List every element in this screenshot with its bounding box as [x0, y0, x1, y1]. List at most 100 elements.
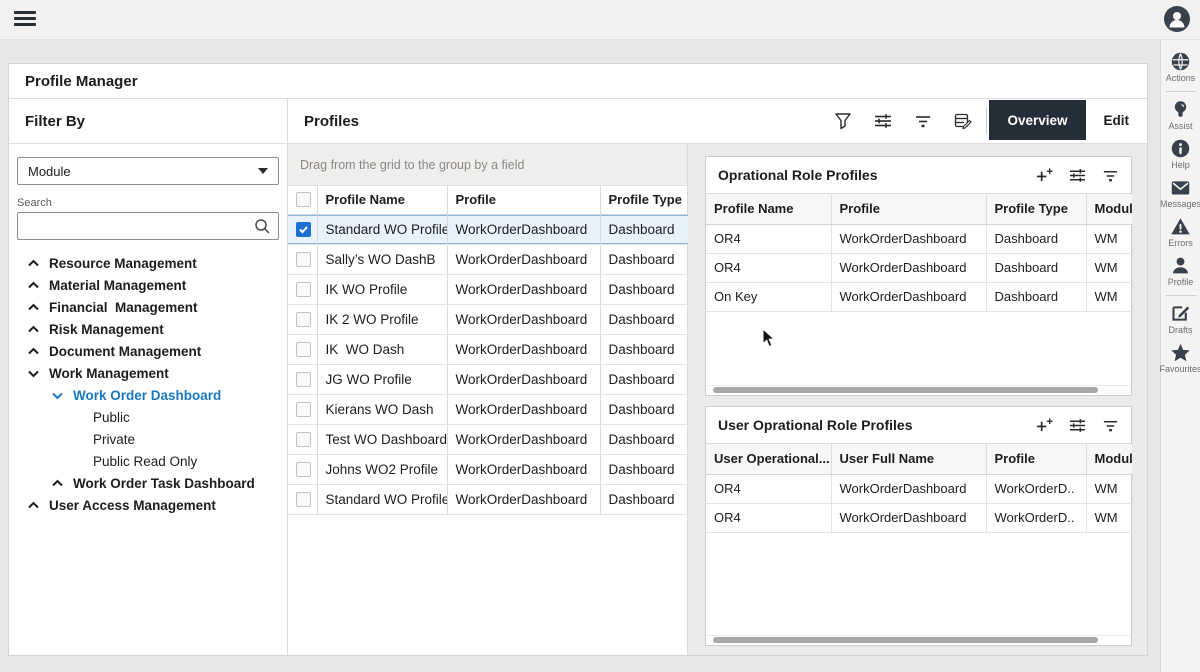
- table-row[interactable]: Test WO Dashboard WorkOrderDashboard Das…: [288, 424, 688, 454]
- row-checkbox[interactable]: [296, 282, 311, 297]
- cell-profile-type: Dashboard: [600, 484, 688, 514]
- rail-label: Help: [1171, 160, 1190, 170]
- tree-item-label: Risk Management: [49, 322, 164, 337]
- rail-item-help[interactable]: Help: [1161, 135, 1200, 174]
- column-header[interactable]: Profile Name: [706, 194, 831, 224]
- row-checkbox[interactable]: [296, 462, 311, 477]
- cell: WorkOrderDashboard: [831, 253, 986, 282]
- filter-lines-icon[interactable]: [1102, 167, 1119, 184]
- scrollbar-thumb[interactable]: [713, 637, 1098, 643]
- column-header[interactable]: Profile: [831, 194, 986, 224]
- table-row[interactable]: IK 2 WO Profile WorkOrderDashboard Dashb…: [288, 304, 688, 334]
- row-checkbox[interactable]: [296, 492, 311, 507]
- table-row[interactable]: On Key WorkOrderDashboard Dashboard WM: [706, 282, 1132, 311]
- add-row-icon[interactable]: [1036, 417, 1053, 434]
- rail-label: Favourites: [1159, 364, 1200, 374]
- column-header[interactable]: Module: [1086, 444, 1132, 474]
- person-icon: [1170, 255, 1191, 276]
- rail-item-profile[interactable]: Profile: [1161, 252, 1200, 291]
- table-row[interactable]: Standard WO Profile WorkOrderDashboard D…: [288, 214, 688, 244]
- column-header[interactable]: User Full Name: [831, 444, 986, 474]
- user-avatar-icon[interactable]: [1163, 5, 1191, 33]
- rail-label: Errors: [1168, 238, 1193, 248]
- tree-item-label: Material Management: [49, 278, 186, 293]
- table-row[interactable]: IK WO Dash WorkOrderDashboard Dashboard: [288, 334, 688, 364]
- row-checkbox[interactable]: [296, 342, 311, 357]
- header-checkbox-cell: [288, 186, 317, 214]
- tree-item-document-management[interactable]: Document Management: [17, 340, 279, 362]
- row-checkbox[interactable]: [296, 222, 311, 237]
- filter-lines-icon[interactable]: [914, 112, 932, 130]
- table-row[interactable]: IK WO Profile WorkOrderDashboard Dashboa…: [288, 274, 688, 304]
- column-header[interactable]: Profile Type: [600, 186, 688, 214]
- search-input[interactable]: [26, 219, 254, 234]
- table-row[interactable]: Johns WO2 Profile WorkOrderDashboard Das…: [288, 454, 688, 484]
- tune-sliders-icon[interactable]: [874, 112, 892, 130]
- table-row[interactable]: Kierans WO Dash WorkOrderDashboard Dashb…: [288, 394, 688, 424]
- filter-lines-icon[interactable]: [1102, 417, 1119, 434]
- cell-profile: WorkOrderDashboard: [447, 394, 600, 424]
- column-header[interactable]: Profile: [986, 444, 1086, 474]
- search-label: Search: [17, 197, 279, 209]
- cell-profile-name: IK 2 WO Profile: [317, 304, 447, 334]
- rail-item-messages[interactable]: Messages: [1161, 174, 1200, 213]
- column-header[interactable]: Profile Type: [986, 194, 1086, 224]
- row-checkbox[interactable]: [296, 402, 311, 417]
- scrollbar-thumb[interactable]: [713, 387, 1098, 393]
- cell-profile-type: Dashboard: [600, 214, 688, 244]
- tree-item-private[interactable]: Private: [17, 428, 279, 450]
- tree-item-resource-management[interactable]: Resource Management: [17, 252, 279, 274]
- column-header[interactable]: Profile: [447, 186, 600, 214]
- group-by-dropzone[interactable]: Drag from the grid to the group by a fie…: [288, 144, 687, 186]
- table-row[interactable]: OR4 WorkOrderDashboard WorkOrderD.. WM: [706, 474, 1132, 503]
- rail-item-assist[interactable]: Assist: [1161, 96, 1200, 135]
- tune-sliders-icon[interactable]: [1069, 417, 1086, 434]
- table-row[interactable]: Sally’s WO DashB WorkOrderDashboard Dash…: [288, 244, 688, 274]
- tree-item-material-management[interactable]: Material Management: [17, 274, 279, 296]
- table-edit-icon[interactable]: [954, 112, 972, 130]
- tree-item-work-order-dashboard[interactable]: Work Order Dashboard: [17, 384, 279, 406]
- tab-overview[interactable]: Overview: [989, 100, 1085, 140]
- column-header[interactable]: Profile Name: [317, 186, 447, 214]
- cell-profile-type: Dashboard: [600, 274, 688, 304]
- tree-item-work-order-task-dashboard[interactable]: Work Order Task Dashboard: [17, 472, 279, 494]
- tree-item-user-access-management[interactable]: User Access Management: [17, 494, 279, 516]
- module-dropdown-value: Module: [28, 164, 71, 179]
- select-all-checkbox[interactable]: [296, 192, 311, 207]
- module-dropdown[interactable]: Module: [17, 157, 279, 185]
- column-header[interactable]: User Operational...: [706, 444, 831, 474]
- column-header[interactable]: Module: [1086, 194, 1132, 224]
- table-row[interactable]: OR4 WorkOrderDashboard Dashboard WM: [706, 224, 1132, 253]
- tree-item-public[interactable]: Public: [17, 406, 279, 428]
- page-title: Profile Manager: [25, 73, 138, 90]
- tree-item-public-read-only[interactable]: Public Read Only: [17, 450, 279, 472]
- row-checkbox[interactable]: [296, 312, 311, 327]
- table-row[interactable]: JG WO Profile WorkOrderDashboard Dashboa…: [288, 364, 688, 394]
- profiles-title: Profiles: [304, 113, 834, 130]
- cell: WorkOrderDashboard: [831, 224, 986, 253]
- cell: Dashboard: [986, 224, 1086, 253]
- tree-item-risk-management[interactable]: Risk Management: [17, 318, 279, 340]
- tree-item-financial-management[interactable]: Financial Management: [17, 296, 279, 318]
- table-row[interactable]: OR4 WorkOrderDashboard Dashboard WM: [706, 253, 1132, 282]
- row-checkbox[interactable]: [296, 372, 311, 387]
- table-row[interactable]: OR4 WorkOrderDashboard WorkOrderD.. WM: [706, 503, 1132, 532]
- row-checkbox[interactable]: [296, 252, 311, 267]
- tree-item-work-management[interactable]: Work Management: [17, 362, 279, 384]
- tree-item-label: Work Order Dashboard: [73, 388, 221, 403]
- table-row[interactable]: Standard WO Profile WorkOrderDashboard D…: [288, 484, 688, 514]
- cell-profile: WorkOrderDashboard: [447, 364, 600, 394]
- tab-edit[interactable]: Edit: [1086, 100, 1148, 140]
- cell: WM: [1086, 503, 1132, 532]
- rail-item-drafts[interactable]: Drafts: [1161, 300, 1200, 339]
- add-row-icon[interactable]: [1036, 167, 1053, 184]
- row-checkbox[interactable]: [296, 432, 311, 447]
- rail-item-errors[interactable]: Errors: [1161, 213, 1200, 252]
- cell: WorkOrderDashboard: [831, 282, 986, 311]
- module-tree: Resource Management Material Management …: [17, 252, 279, 516]
- rail-item-actions[interactable]: Actions: [1161, 48, 1200, 87]
- tune-sliders-icon[interactable]: [1069, 167, 1086, 184]
- menu-hamburger-icon[interactable]: [14, 11, 36, 29]
- filter-funnel-icon[interactable]: [834, 112, 852, 130]
- rail-item-favourites[interactable]: Favourites: [1161, 339, 1200, 378]
